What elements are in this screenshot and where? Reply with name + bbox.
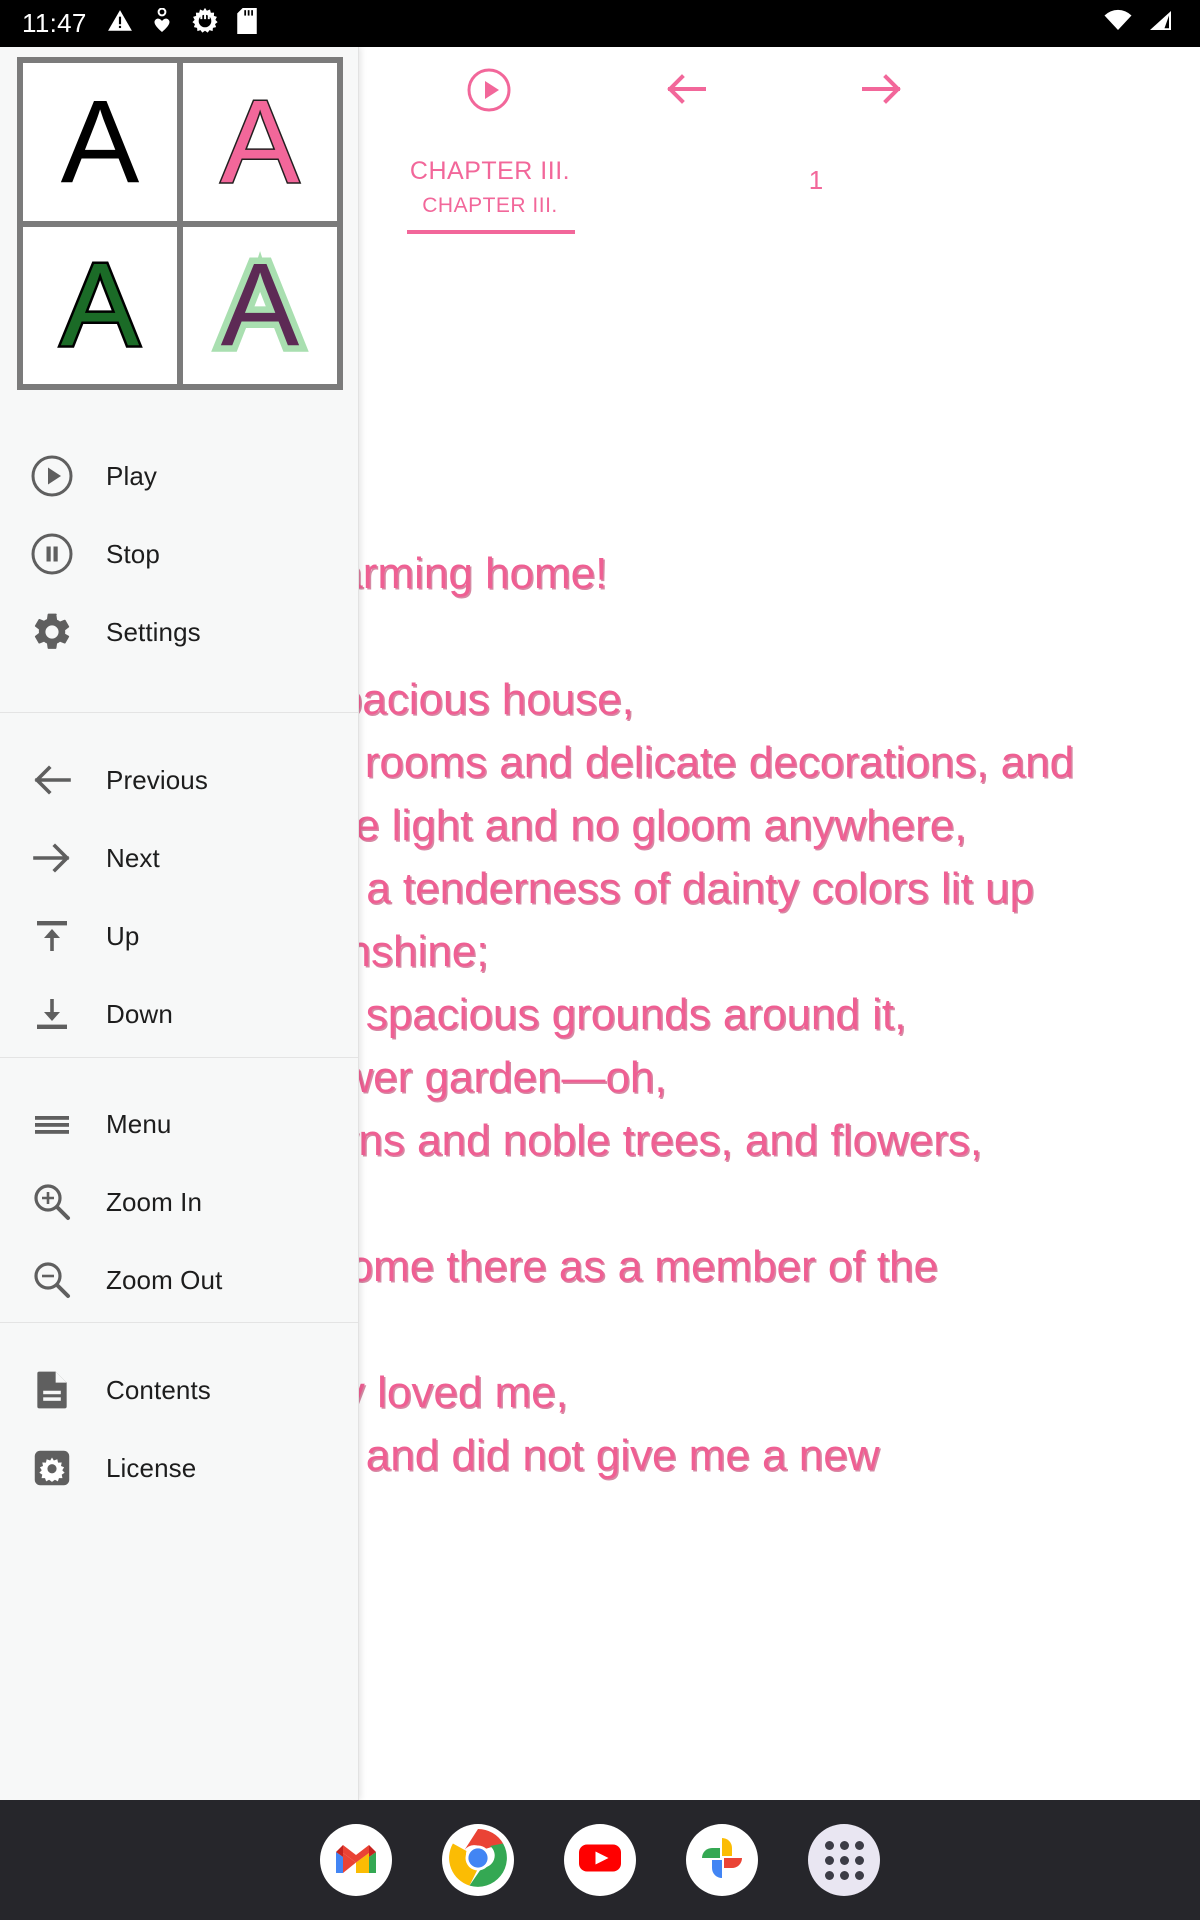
toolbar-previous-button[interactable] [662,65,710,113]
drawer-item-down-label: Down [106,998,173,1029]
hamburger-menu-icon [26,1098,78,1150]
status-bar-notification-icons [107,7,257,40]
status-bar: 11:47 [0,0,1200,47]
pause-circle-icon [26,528,78,580]
heart-pin-icon [151,7,173,39]
navigation-drawer: A A A A Play Stop Settings Previous Next… [0,47,359,1800]
style-option-pink-outline[interactable]: A [183,63,337,221]
drawer-item-contents-label: Contents [106,1374,211,1405]
dock-app-youtube[interactable] [564,1824,636,1896]
dock-app-photos[interactable] [686,1824,758,1896]
drawer-item-zoom-in[interactable]: Zoom In [0,1163,358,1241]
arrow-left-icon [26,754,78,806]
page-number: 1 [808,165,824,195]
dock-app-chrome[interactable] [442,1824,514,1896]
app-drawer-icon [824,1840,864,1880]
gear-debug-icon [191,7,219,40]
arrow-down-to-bar-icon [26,988,78,1040]
drawer-item-zoom-out[interactable]: Zoom Out [0,1241,358,1319]
drawer-item-stop-label: Stop [106,538,160,569]
drawer-item-next-label: Next [106,842,160,873]
drawer-divider-1 [0,712,358,713]
drawer-item-down[interactable]: Down [0,975,358,1053]
drawer-group-navigation: Previous Next Up Down [0,741,358,1053]
drawer-group-info: Contents License [0,1351,358,1507]
youtube-icon [570,1828,630,1893]
drawer-group-playback: Play Stop Settings [0,437,358,671]
status-bar-clock: 11:47 [22,8,87,38]
status-bar-system-icons [1103,9,1173,38]
toolbar-next-button[interactable] [858,65,906,113]
magnifier-plus-icon [26,1176,78,1228]
drawer-item-license[interactable]: License [0,1429,358,1507]
arrow-right-icon [26,832,78,884]
warning-triangle-icon [107,8,133,39]
android-screen: 11:47 CHAPTER III. CHAPTER III. 1 It was… [0,0,1200,1920]
google-photos-icon [698,1834,746,1887]
gmail-icon [333,1840,379,1881]
font-style-grid[interactable]: A A A A [17,57,343,390]
dock-app-drawer-button[interactable] [808,1824,880,1896]
drawer-item-up-label: Up [106,920,140,951]
gear-square-icon [26,1442,78,1494]
drawer-item-zoom-out-label: Zoom Out [106,1264,223,1295]
magnifier-minus-icon [26,1254,78,1306]
drawer-item-stop[interactable]: Stop [0,515,358,593]
play-circle-icon [26,450,78,502]
drawer-item-settings-label: Settings [106,616,201,647]
chrome-icon [448,1828,508,1893]
drawer-item-previous[interactable]: Previous [0,741,358,819]
style-glyph-green: A [58,239,142,372]
drawer-item-up[interactable]: Up [0,897,358,975]
drawer-item-settings[interactable]: Settings [0,593,358,671]
style-option-green-outline[interactable]: A [23,226,177,384]
drawer-item-menu[interactable]: Menu [0,1085,358,1163]
drawer-group-view: Menu Zoom In Zoom Out [0,1085,358,1319]
drawer-item-next[interactable]: Next [0,819,358,897]
style-option-purple-on-green[interactable]: A [183,226,337,384]
style-glyph-pink: A [219,75,301,208]
drawer-item-previous-label: Previous [106,764,208,795]
drawer-item-zoom-in-label: Zoom In [106,1186,203,1217]
drawer-divider-3 [0,1322,358,1323]
drawer-item-menu-label: Menu [106,1108,172,1139]
sd-card-icon [236,8,257,39]
drawer-item-contents[interactable]: Contents [0,1351,358,1429]
drawer-item-play-label: Play [106,460,157,491]
document-icon [26,1364,78,1416]
wifi-icon [1103,9,1133,38]
style-glyph-plain: A [60,75,140,208]
drawer-item-play[interactable]: Play [0,437,358,515]
style-glyph-purple: A [214,239,306,372]
drawer-divider-2 [0,1057,358,1058]
dock-app-gmail[interactable] [320,1824,392,1896]
style-option-plain[interactable]: A [23,63,177,221]
toolbar-play-button[interactable] [466,67,512,113]
cellular-signal-icon [1147,9,1173,38]
arrow-up-to-bar-icon [26,910,78,962]
drawer-item-license-label: License [106,1452,197,1483]
gear-icon [26,606,78,658]
bottom-dock [0,1800,1200,1920]
chapter-underline [407,230,575,234]
